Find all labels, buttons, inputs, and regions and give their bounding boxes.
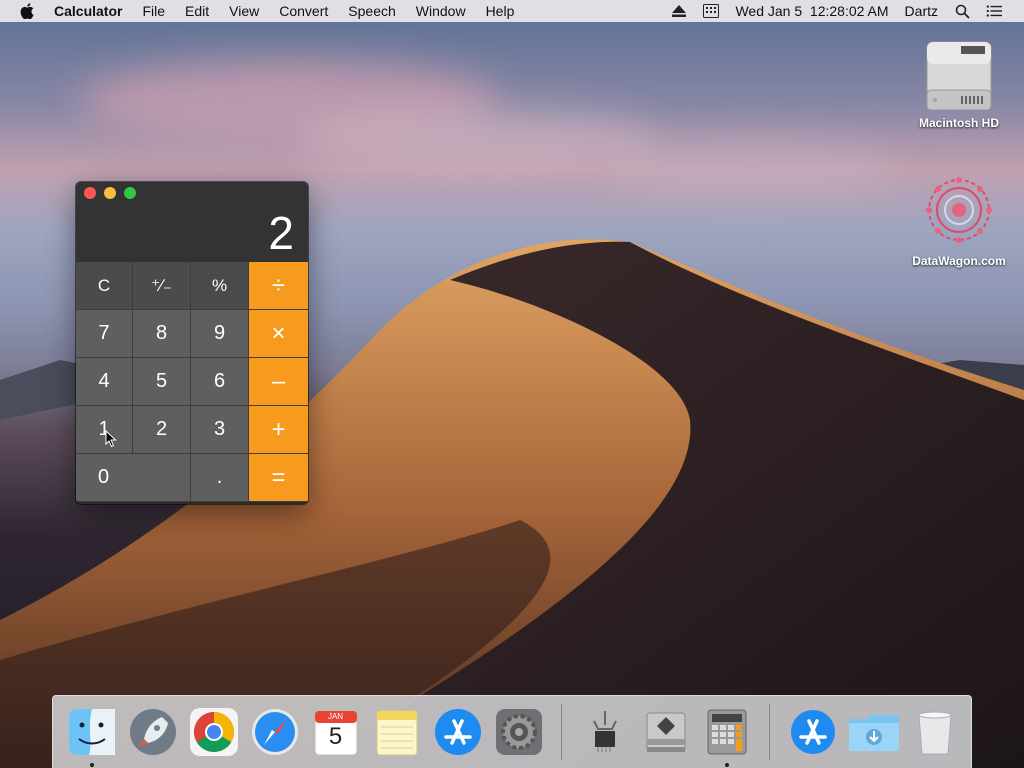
mouse-cursor-icon bbox=[105, 429, 117, 453]
menu-convert[interactable]: Convert bbox=[269, 3, 338, 19]
system-preferences-icon[interactable] bbox=[492, 703, 546, 761]
notes-icon[interactable] bbox=[370, 703, 424, 761]
keyboard-icon[interactable] bbox=[703, 4, 720, 18]
boot-camp-icon[interactable] bbox=[639, 703, 693, 761]
finder-icon[interactable] bbox=[65, 703, 119, 767]
dock-separator bbox=[769, 704, 770, 760]
keypad: C ⁺∕₋ % ÷ 7 8 9 × 4 5 6 – 1 2 3 + 0 . = bbox=[76, 262, 308, 502]
digit-8-button[interactable]: 8 bbox=[133, 310, 191, 358]
menu-bar: Calculator File Edit View Convert Speech… bbox=[0, 0, 1024, 22]
user-name[interactable]: Dartz bbox=[897, 3, 946, 19]
menu-window[interactable]: Window bbox=[406, 3, 476, 19]
desktop-icon-datawagon[interactable]: DataWagon.com bbox=[904, 170, 1014, 268]
hard-drive-icon bbox=[919, 32, 999, 112]
downloads-folder-icon[interactable] bbox=[847, 703, 901, 761]
calculator-icon[interactable] bbox=[700, 703, 754, 767]
menu-help[interactable]: Help bbox=[476, 3, 525, 19]
eject-icon[interactable] bbox=[671, 4, 687, 18]
calculator-window: 2 C ⁺∕₋ % ÷ 7 8 9 × 4 5 6 – 1 2 3 + 0 . … bbox=[76, 182, 308, 504]
minimize-button[interactable] bbox=[104, 187, 116, 199]
clear-button[interactable]: C bbox=[76, 262, 133, 310]
menu-app-name[interactable]: Calculator bbox=[54, 3, 132, 19]
dock: JAN 5 bbox=[52, 695, 972, 768]
applications-folder-icon[interactable] bbox=[786, 703, 840, 761]
list-icon[interactable] bbox=[986, 4, 1002, 18]
search-icon[interactable] bbox=[954, 4, 970, 19]
digit-7-button[interactable]: 7 bbox=[76, 310, 133, 358]
subtract-button[interactable]: – bbox=[249, 358, 308, 406]
desktop-icon-label: Macintosh HD bbox=[918, 116, 999, 130]
close-button[interactable] bbox=[84, 187, 96, 199]
calendar-month: JAN bbox=[327, 712, 344, 721]
digit-4-button[interactable]: 4 bbox=[76, 358, 133, 406]
divide-button[interactable]: ÷ bbox=[249, 262, 308, 310]
digit-2-button[interactable]: 2 bbox=[133, 406, 191, 454]
menu-speech[interactable]: Speech bbox=[338, 3, 405, 19]
digit-0-button[interactable]: 0 bbox=[76, 454, 191, 502]
safari-icon[interactable] bbox=[248, 703, 302, 761]
clock[interactable]: Wed Jan 5 12:28:02 AM bbox=[727, 3, 896, 19]
add-button[interactable]: + bbox=[249, 406, 308, 454]
equals-button[interactable]: = bbox=[249, 454, 308, 502]
menu-view[interactable]: View bbox=[219, 3, 269, 19]
usb-icon[interactable] bbox=[578, 703, 632, 761]
menu-file[interactable]: File bbox=[132, 3, 175, 19]
calculator-display: 2 bbox=[76, 204, 308, 262]
sign-toggle-button[interactable]: ⁺∕₋ bbox=[133, 262, 191, 310]
calendar-day: 5 bbox=[328, 723, 343, 750]
percent-button[interactable]: % bbox=[191, 262, 249, 310]
desktop-icon-label: DataWagon.com bbox=[912, 254, 1006, 268]
digit-3-button[interactable]: 3 bbox=[191, 406, 249, 454]
trash-icon[interactable] bbox=[908, 703, 962, 761]
chrome-icon[interactable] bbox=[187, 703, 241, 761]
datawagon-icon bbox=[919, 170, 999, 250]
dock-separator bbox=[561, 704, 562, 760]
desktop-icon-macintosh-hd[interactable]: Macintosh HD bbox=[904, 32, 1014, 130]
multiply-button[interactable]: × bbox=[249, 310, 308, 358]
decimal-button[interactable]: . bbox=[191, 454, 249, 502]
running-indicator bbox=[724, 763, 729, 767]
launchpad-icon[interactable] bbox=[126, 703, 180, 761]
calculator-titlebar[interactable] bbox=[76, 182, 308, 204]
calendar-icon[interactable]: JAN 5 bbox=[309, 703, 363, 761]
running-indicator bbox=[89, 763, 94, 767]
app-store-icon[interactable] bbox=[431, 703, 485, 761]
digit-6-button[interactable]: 6 bbox=[191, 358, 249, 406]
zoom-button[interactable] bbox=[124, 187, 136, 199]
apple-icon[interactable] bbox=[20, 3, 38, 19]
digit-5-button[interactable]: 5 bbox=[133, 358, 191, 406]
menu-edit[interactable]: Edit bbox=[175, 3, 219, 19]
digit-9-button[interactable]: 9 bbox=[191, 310, 249, 358]
